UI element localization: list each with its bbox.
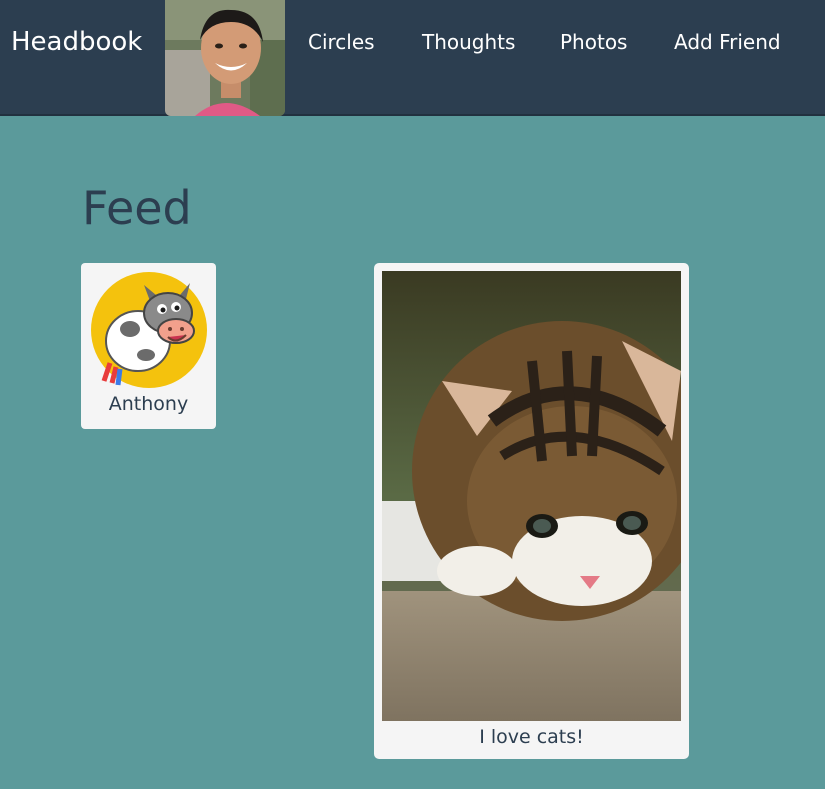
nav-photos[interactable]: Photos <box>560 29 627 55</box>
top-navbar: Headbook Circles Thoughts Photos Add Fri… <box>0 0 825 116</box>
post-photo[interactable] <box>382 271 681 721</box>
friend-card[interactable]: Anthony <box>81 263 216 429</box>
kitten-photo <box>382 271 681 721</box>
page-title: Feed <box>82 181 192 235</box>
nav-thoughts[interactable]: Thoughts <box>422 29 515 55</box>
user-avatar[interactable] <box>165 0 285 116</box>
post-caption: I love cats! <box>479 726 584 748</box>
nav-add-friend[interactable]: Add Friend <box>674 29 781 55</box>
user-photo <box>165 0 285 116</box>
friend-name: Anthony <box>108 393 189 415</box>
post-card: I love cats! <box>374 263 689 759</box>
nav-circles[interactable]: Circles <box>308 29 375 55</box>
cow-avatar-icon <box>91 272 207 388</box>
brand-logo[interactable]: Headbook <box>11 24 142 60</box>
